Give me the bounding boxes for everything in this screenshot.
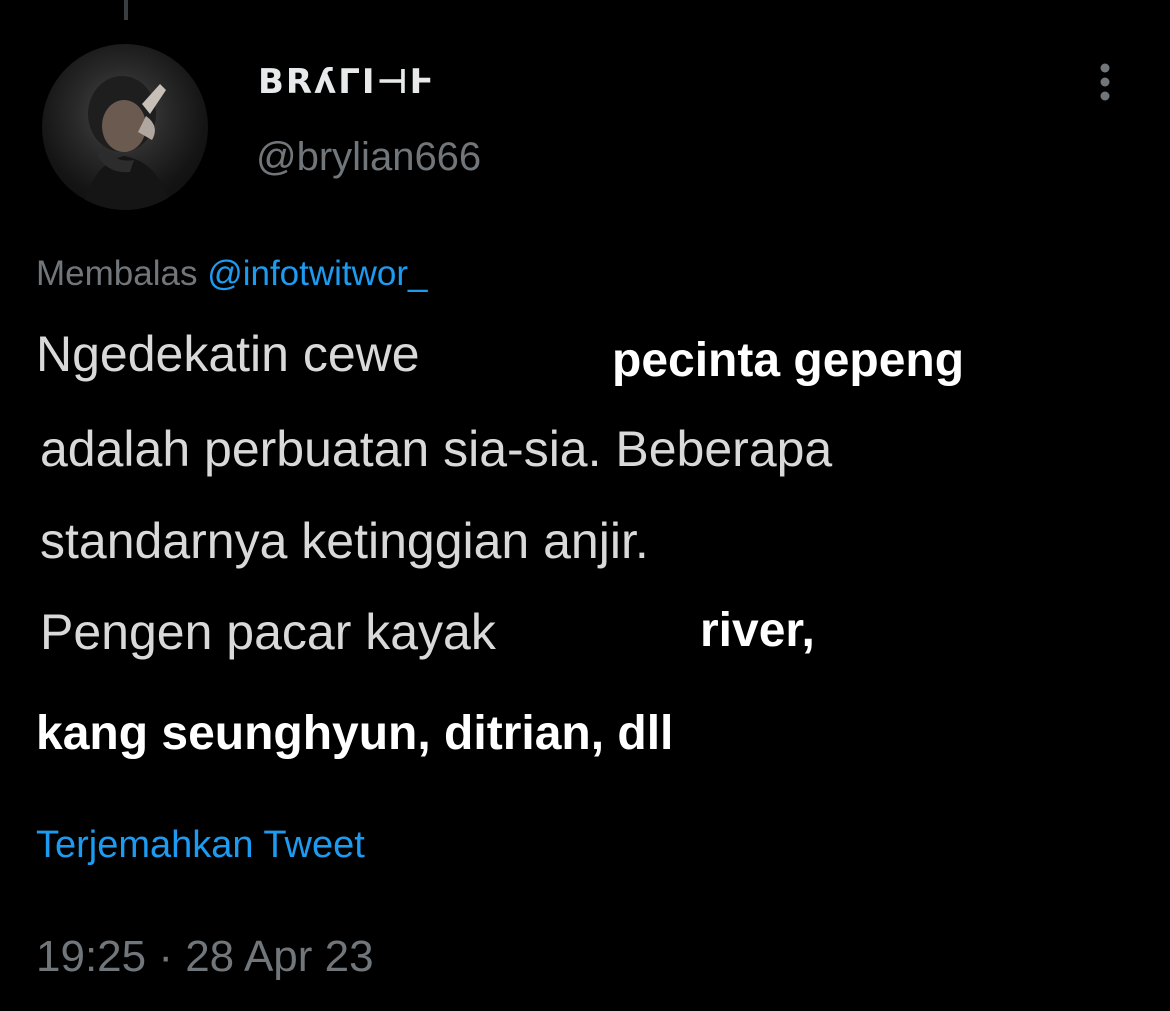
tweet-text-line-1: Ngedekatin cewe <box>36 326 420 382</box>
overlay-edit-2: river, <box>700 604 815 657</box>
avatar[interactable] <box>42 44 208 210</box>
reply-context: Membalas @infotwitwor_ <box>36 254 428 294</box>
tweet-text-line-4: Pengen pacar kayak <box>40 604 496 660</box>
tweet-text-line-2: adalah perbuatan sia-sia. Beberapa <box>40 421 833 477</box>
reply-prefix: Membalas <box>36 254 198 293</box>
thread-connector-line <box>124 0 128 20</box>
display-name[interactable]: BRʎΓΙ⊣Ͱ <box>258 62 435 102</box>
tweet-text-line-3: standarnya ketinggian anjir. <box>40 513 649 569</box>
overlay-edit-3: kang seunghyun, ditrian, dll <box>36 707 674 760</box>
more-vertical-icon[interactable] <box>1090 62 1120 106</box>
overlay-edit-1: pecinta gepeng <box>612 334 965 387</box>
avatar-photo-icon <box>82 76 172 210</box>
tweet-timestamp[interactable]: 19:25 · 28 Apr 23 <box>36 932 374 982</box>
translate-tweet-link[interactable]: Terjemahkan Tweet <box>36 824 365 867</box>
reply-mention-link[interactable]: @infotwitwor_ <box>207 254 427 293</box>
user-handle[interactable]: @brylian666 <box>256 135 481 180</box>
